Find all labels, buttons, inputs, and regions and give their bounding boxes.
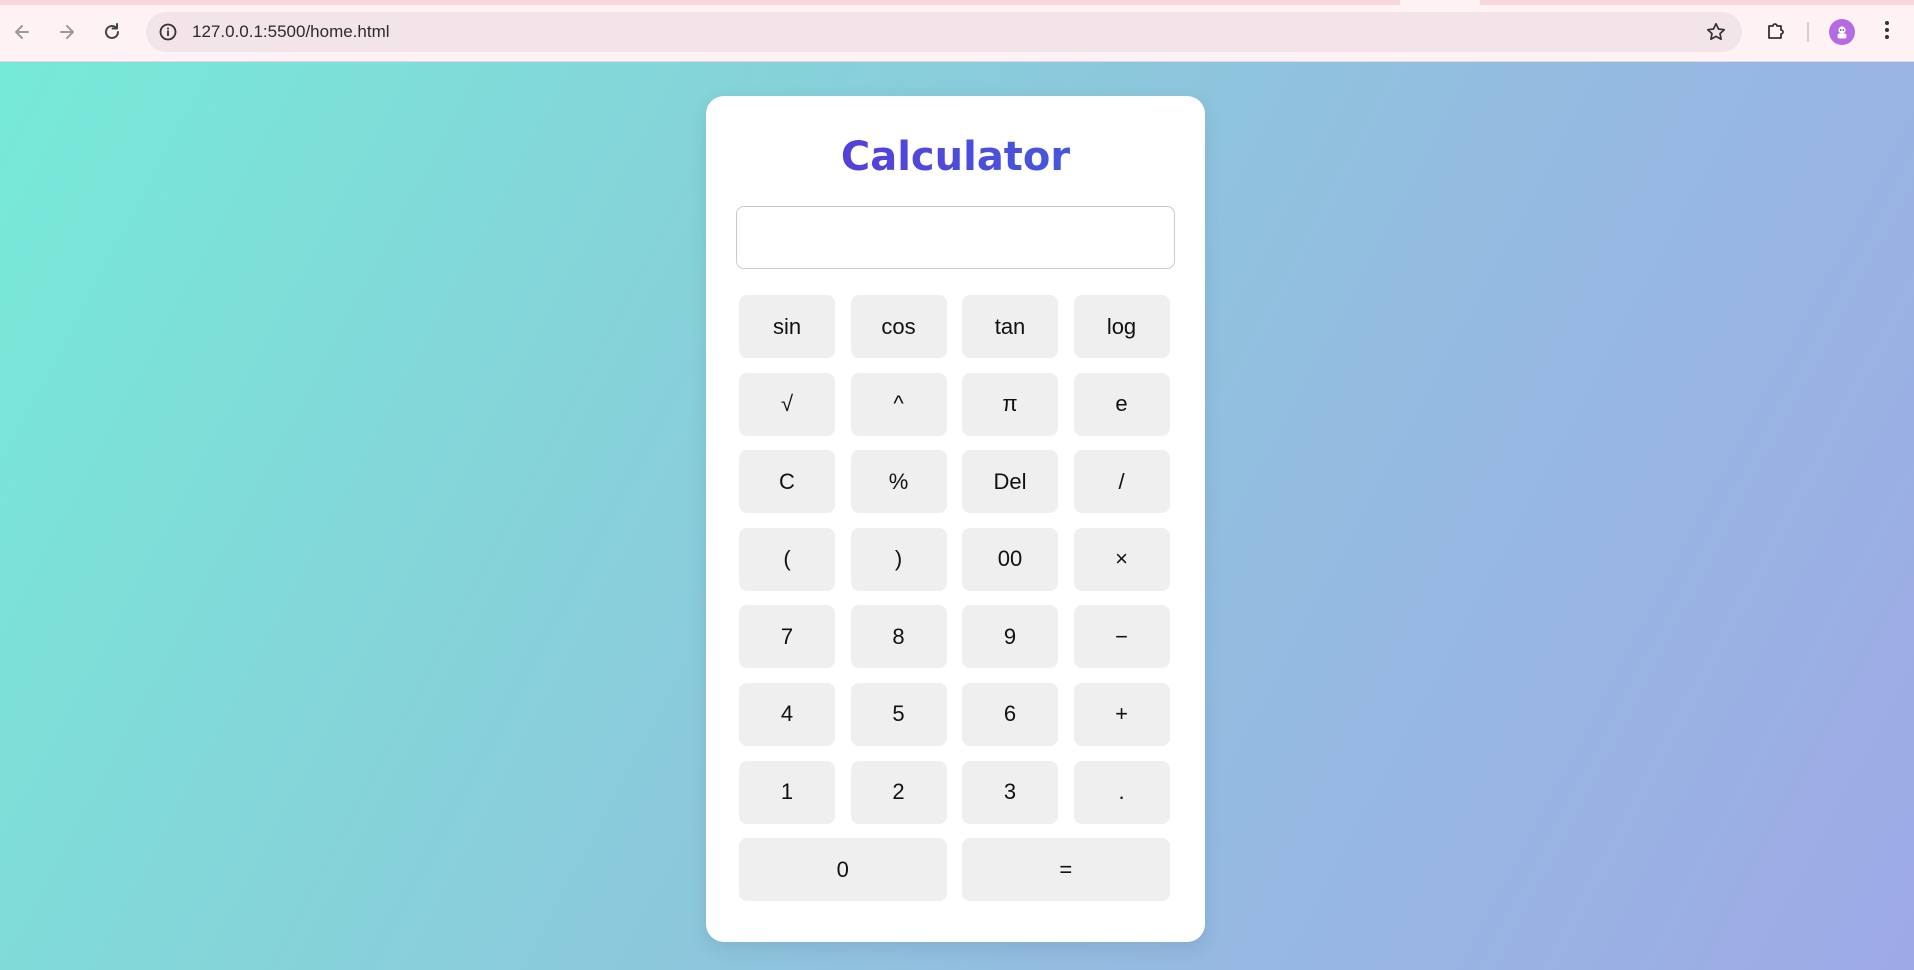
key-divide[interactable]: / bbox=[1073, 450, 1170, 514]
key-double-zero[interactable]: 00 bbox=[962, 527, 1058, 591]
toolbar-divider bbox=[1807, 22, 1809, 42]
key-sin[interactable]: sin bbox=[739, 295, 835, 358]
page-background: Calculator sin cos tan log √ ^ π e C% Del / () 00 × 7 8… bbox=[0, 62, 1914, 970]
address-bar[interactable]: 127.0.0.1:5500/home.html bbox=[146, 12, 1742, 52]
key-8[interactable]: 8 bbox=[850, 605, 947, 669]
key-4[interactable]: 4 bbox=[739, 682, 835, 746]
key-2[interactable]: 2 bbox=[850, 760, 947, 824]
key-9[interactable]: 9 bbox=[962, 605, 1058, 669]
key-open-paren[interactable]: ( bbox=[739, 527, 835, 591]
key-3[interactable]: 3 bbox=[962, 760, 1058, 824]
reload-icon bbox=[102, 22, 122, 42]
puzzle-icon bbox=[1765, 19, 1787, 46]
key-6[interactable]: 6 bbox=[962, 682, 1058, 746]
key-sqrt[interactable]: √ bbox=[739, 372, 835, 436]
star-icon[interactable] bbox=[1704, 20, 1728, 44]
info-icon[interactable] bbox=[156, 20, 180, 44]
profile-icon bbox=[1837, 26, 1847, 39]
key-tan[interactable]: tan bbox=[962, 295, 1058, 358]
reload-button[interactable] bbox=[95, 15, 129, 49]
url-text[interactable]: 127.0.0.1:5500/home.html bbox=[192, 22, 390, 42]
key-add[interactable]: + bbox=[1073, 682, 1170, 746]
key-subtract[interactable]: − bbox=[1073, 605, 1170, 669]
tab-strip bbox=[0, 0, 1914, 5]
key-clear[interactable]: C bbox=[739, 450, 835, 514]
key-percent[interactable]: % bbox=[850, 450, 947, 514]
key-multiply[interactable]: × bbox=[1073, 527, 1170, 591]
key-0[interactable]: 0 bbox=[739, 838, 947, 902]
key-delete[interactable]: Del bbox=[962, 450, 1058, 514]
key-5[interactable]: 5 bbox=[850, 682, 947, 746]
key-pi[interactable]: π bbox=[962, 372, 1058, 436]
key-1[interactable]: 1 bbox=[739, 760, 835, 824]
forward-button[interactable] bbox=[50, 15, 84, 49]
key-equals[interactable]: = bbox=[962, 838, 1170, 902]
forward-arrow-icon bbox=[57, 22, 77, 42]
key-log[interactable]: log bbox=[1073, 295, 1170, 358]
key-close-paren[interactable]: ) bbox=[850, 527, 947, 591]
back-arrow-icon bbox=[12, 22, 32, 42]
key-decimal[interactable]: . bbox=[1073, 760, 1170, 824]
calculator-display[interactable] bbox=[736, 206, 1175, 269]
back-button[interactable] bbox=[5, 15, 39, 49]
kebab-menu-icon bbox=[1884, 20, 1890, 45]
keypad: sin cos tan log √ ^ π e C% Del / () 00 × 7 8 9− 4 5 6 +1 2 3. 0… bbox=[739, 295, 1176, 902]
avatar[interactable] bbox=[1829, 19, 1855, 45]
active-tab[interactable] bbox=[1400, 0, 1480, 5]
calculator-title: Calculator bbox=[706, 130, 1205, 184]
browser-menu-button[interactable] bbox=[1872, 17, 1902, 47]
browser-toolbar: 127.0.0.1:5500/home.html bbox=[0, 0, 1914, 62]
key-power[interactable]: ^ bbox=[850, 372, 947, 436]
key-7[interactable]: 7 bbox=[739, 605, 835, 669]
extensions-button[interactable] bbox=[1761, 17, 1791, 47]
calculator-card: Calculator sin cos tan log √ ^ π e C% Del / () 00 × 7 8… bbox=[706, 96, 1205, 942]
key-cos[interactable]: cos bbox=[850, 295, 947, 358]
key-e[interactable]: e bbox=[1073, 372, 1170, 436]
